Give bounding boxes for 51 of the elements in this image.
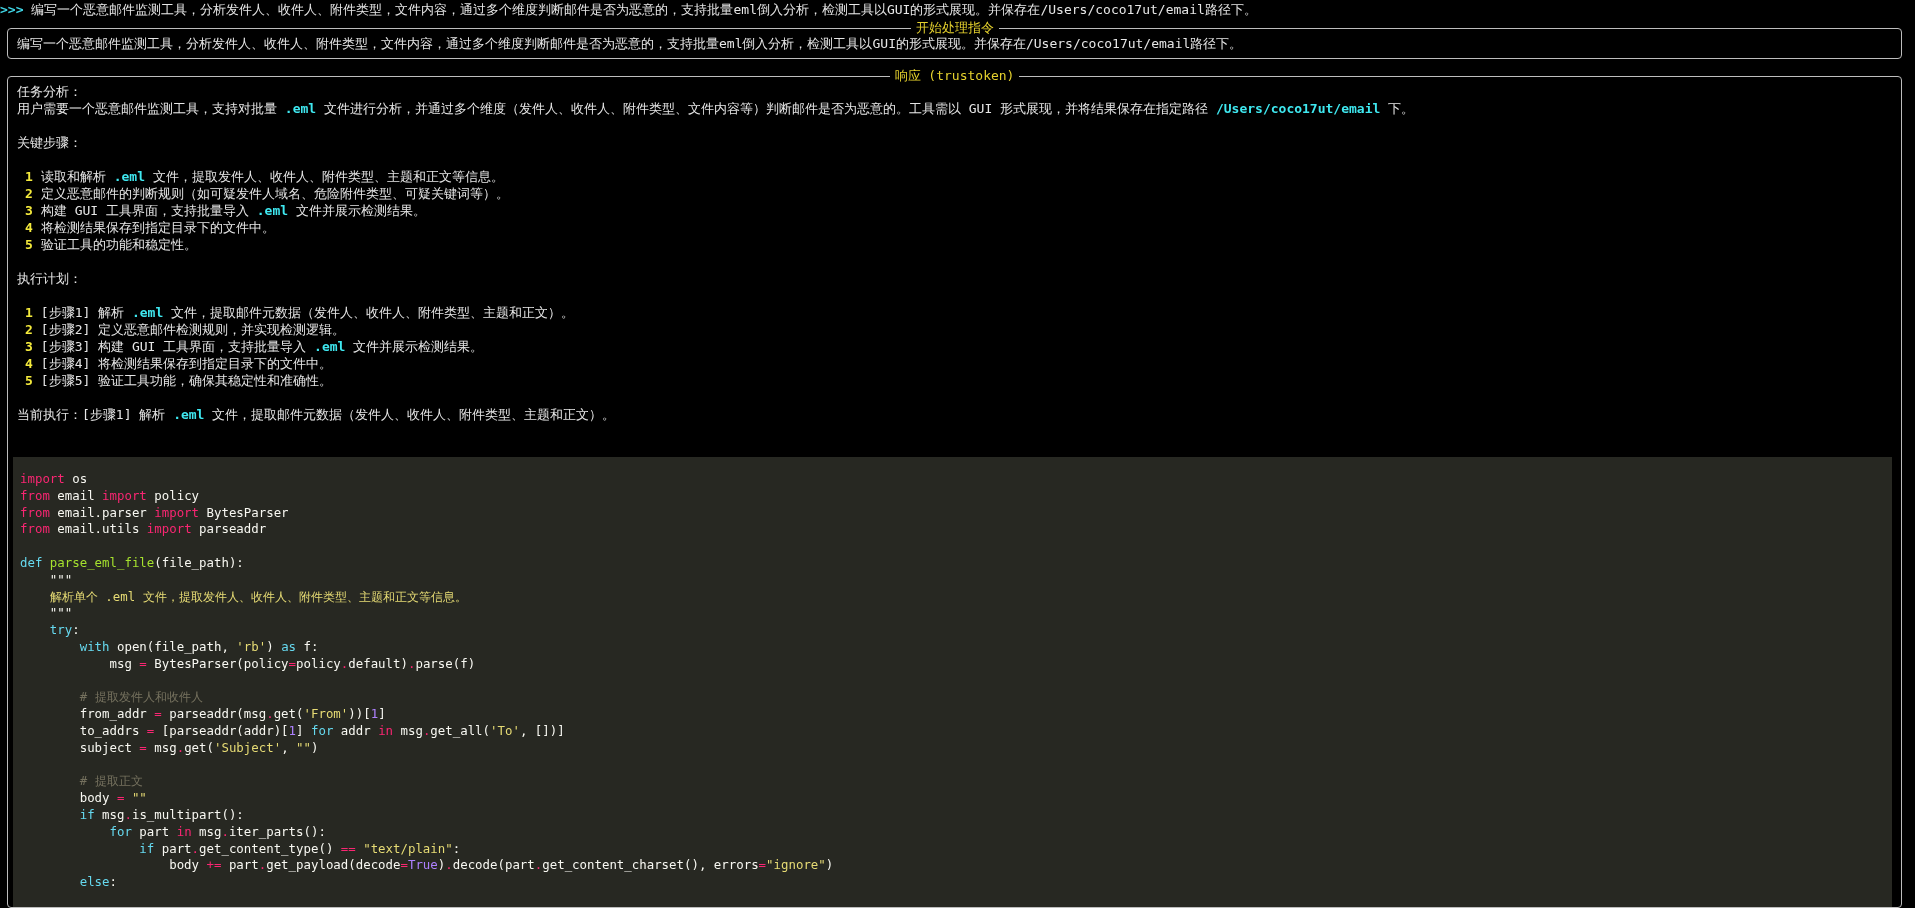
step-number: 3 bbox=[25, 338, 33, 355]
plan-step-text: [步骤4] 将检测结果保存到指定目录下的文件中。 bbox=[40, 355, 333, 372]
code-line: try: bbox=[48, 622, 80, 639]
prompt-marker: >>> bbox=[0, 1, 24, 18]
code-line: body = "" bbox=[78, 790, 147, 807]
code-line: with open(file_path, 'rb') as f: bbox=[78, 638, 319, 656]
code-line: from email import policy bbox=[20, 487, 200, 505]
instruction-text: 编写一个恶意邮件监测工具，分析发件人、收件人、附件类型，文件内容，通过多个维度判断邮件是否为恶意的，支持批量eml倒入分析，检测工具以GUI的形式展现。并保存在/Users/coco17ut/email路径下。 bbox=[17, 35, 1243, 52]
panel-title: 开始处理指令 bbox=[914, 21, 995, 35]
section-heading: 执行计划： bbox=[17, 270, 82, 287]
code-line: from email.parser import BytesParser bbox=[20, 504, 289, 522]
plan-step-text: [步骤2] 定义恶意邮件检测规则，并实现检测逻辑。 bbox=[40, 321, 346, 338]
step-number: 2 bbox=[25, 321, 33, 338]
plan-step-text: [步骤5] 验证工具功能，确保其稳定性和准确性。 bbox=[40, 372, 333, 389]
step-number: 5 bbox=[25, 236, 33, 253]
code-line: if part.get_content_type() == "text/plain": bbox=[138, 840, 461, 858]
code-line: from_addr = parseaddr(msg.get('From'))[1] bbox=[78, 706, 386, 723]
plan-step-text: [步骤1] 解析 .eml 文件，提取邮件元数据（发件人、收件人、附件类型、主题和正文）。 bbox=[40, 304, 575, 321]
prompt-text: 编写一个恶意邮件监测工具，分析发件人、收件人、附件类型，文件内容，通过多个维度判断邮件是否为恶意的，支持批量eml倒入分析，检测工具以GUI的形式展现。并保存在/Users/coco17ut/email路径下。 bbox=[31, 1, 1257, 18]
code-line: else: bbox=[78, 874, 117, 891]
section-heading: 任务分析： bbox=[17, 83, 82, 100]
task-description: 用户需要一个恶意邮件监测工具，支持对批量 .eml 文件进行分析，并通过多个维度（发件人、收件人、附件类型、文件内容等）判断邮件是否为恶意的。工具需以 GUI 形式展现，并将结果保存在指定路径 /Users/coco17ut/email 下。 bbox=[17, 100, 1415, 117]
code-line: msg = BytesParser(policy=policy.default).parse(f) bbox=[108, 655, 476, 673]
code-line: 解析单个 .eml 文件，提取发件人、收件人、附件类型、主题和正文等信息。 bbox=[48, 588, 467, 606]
step-number: 2 bbox=[25, 185, 33, 202]
code-line: # 提取正文 bbox=[78, 773, 143, 791]
plan-step-text: [步骤3] 构建 GUI 工具界面，支持批量导入 .eml 文件并展示检测结果。 bbox=[40, 338, 484, 355]
code-line: """ bbox=[48, 571, 73, 589]
step-number: 1 bbox=[25, 168, 33, 185]
step-number: 3 bbox=[25, 202, 33, 219]
code-line: to_addrs = [parseaddr(addr)[1] for addr in msg.get_all('To', [])] bbox=[78, 722, 565, 740]
current-step-text: 当前执行：[步骤1] 解析 .eml 文件，提取邮件元数据（发件人、收件人、附件类型、主题和正文）。 bbox=[17, 406, 616, 423]
section-heading: 关键步骤： bbox=[17, 134, 82, 151]
code-line: import os bbox=[20, 471, 88, 488]
code-line: body += part.get_payload(decode=True).decode(part.get_content_charset(), errors="ignore") bbox=[168, 857, 834, 875]
step-number: 5 bbox=[25, 372, 33, 389]
step-number: 1 bbox=[25, 304, 33, 321]
step-number: 4 bbox=[25, 219, 33, 236]
step-text: 读取和解析 .eml 文件，提取发件人、收件人、附件类型、主题和正文等信息。 bbox=[40, 168, 504, 185]
code-line: # 提取发件人和收件人 bbox=[78, 689, 203, 707]
code-line: if msg.is_multipart(): bbox=[78, 806, 244, 824]
step-number: 4 bbox=[25, 355, 33, 372]
code-line: subject = msg.get('Subject', "") bbox=[78, 739, 319, 757]
code-line: for part in msg.iter_parts(): bbox=[108, 823, 326, 841]
step-text: 将检测结果保存到指定目录下的文件中。 bbox=[40, 219, 275, 236]
code-line: def parse_eml_file(file_path): bbox=[20, 555, 244, 572]
code-line: from email.utils import parseaddr bbox=[20, 521, 267, 539]
code-line: """ bbox=[48, 605, 73, 623]
step-text: 构建 GUI 工具界面，支持批量导入 .eml 文件并展示检测结果。 bbox=[40, 202, 426, 219]
step-text: 验证工具的功能和稳定性。 bbox=[40, 236, 197, 253]
step-text: 定义恶意邮件的判断规则（如可疑发件人域名、危险附件类型、可疑关键词等）。 bbox=[40, 185, 509, 202]
